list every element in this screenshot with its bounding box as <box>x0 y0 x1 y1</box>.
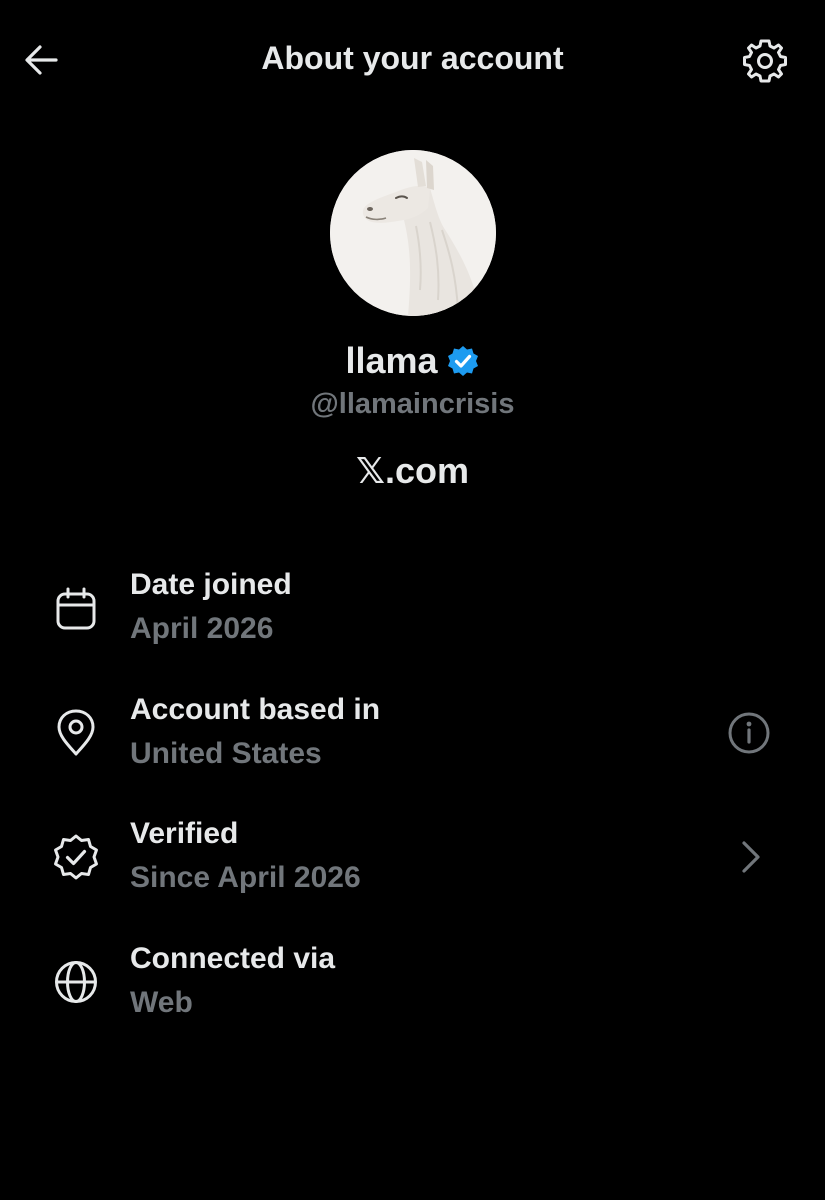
info-row-verified[interactable]: Verified Since April 2026 <box>0 817 825 917</box>
location-pin-icon <box>50 707 102 759</box>
account-based-in-label: Account based in <box>130 693 381 726</box>
account-based-in-value: United States <box>130 737 322 770</box>
verified-value: Since April 2026 <box>130 861 361 894</box>
settings-button[interactable] <box>740 36 790 86</box>
user-handle: @llamaincrisis <box>310 388 515 420</box>
platform-domain: 𝕏.com <box>0 450 825 492</box>
connected-via-label: Connected via <box>130 942 336 975</box>
calendar-icon <box>50 584 102 636</box>
verified-badge-icon <box>50 832 102 884</box>
date-joined-value: April 2026 <box>130 612 274 645</box>
llama-avatar-image <box>330 150 496 316</box>
display-name-row: llama <box>0 340 825 382</box>
globe-icon <box>50 956 102 1008</box>
profile-avatar[interactable] <box>330 150 496 316</box>
back-button[interactable] <box>20 38 64 82</box>
arrow-left-icon <box>25 45 58 75</box>
info-row-account-based-in: Account based in United States <box>0 693 825 793</box>
page-title: About your account <box>261 40 564 76</box>
verified-badge-icon[interactable] <box>446 344 480 378</box>
platform-domain-suffix: .com <box>384 450 470 491</box>
top-bar: About your account <box>0 0 825 122</box>
display-name: llama <box>345 340 438 381</box>
info-icon[interactable] <box>724 708 774 758</box>
info-row-connected-via: Connected via Web <box>0 942 825 1042</box>
verified-label: Verified <box>130 817 239 850</box>
connected-via-value: Web <box>130 986 193 1019</box>
gear-icon <box>743 39 787 83</box>
info-row-date-joined: Date joined April 2026 <box>0 568 825 668</box>
chevron-right-icon[interactable] <box>726 832 776 882</box>
x-logo-glyph: 𝕏 <box>355 451 385 492</box>
date-joined-label: Date joined <box>130 568 292 601</box>
about-account-page: About your account llama @llamaincrisis … <box>0 0 825 1200</box>
